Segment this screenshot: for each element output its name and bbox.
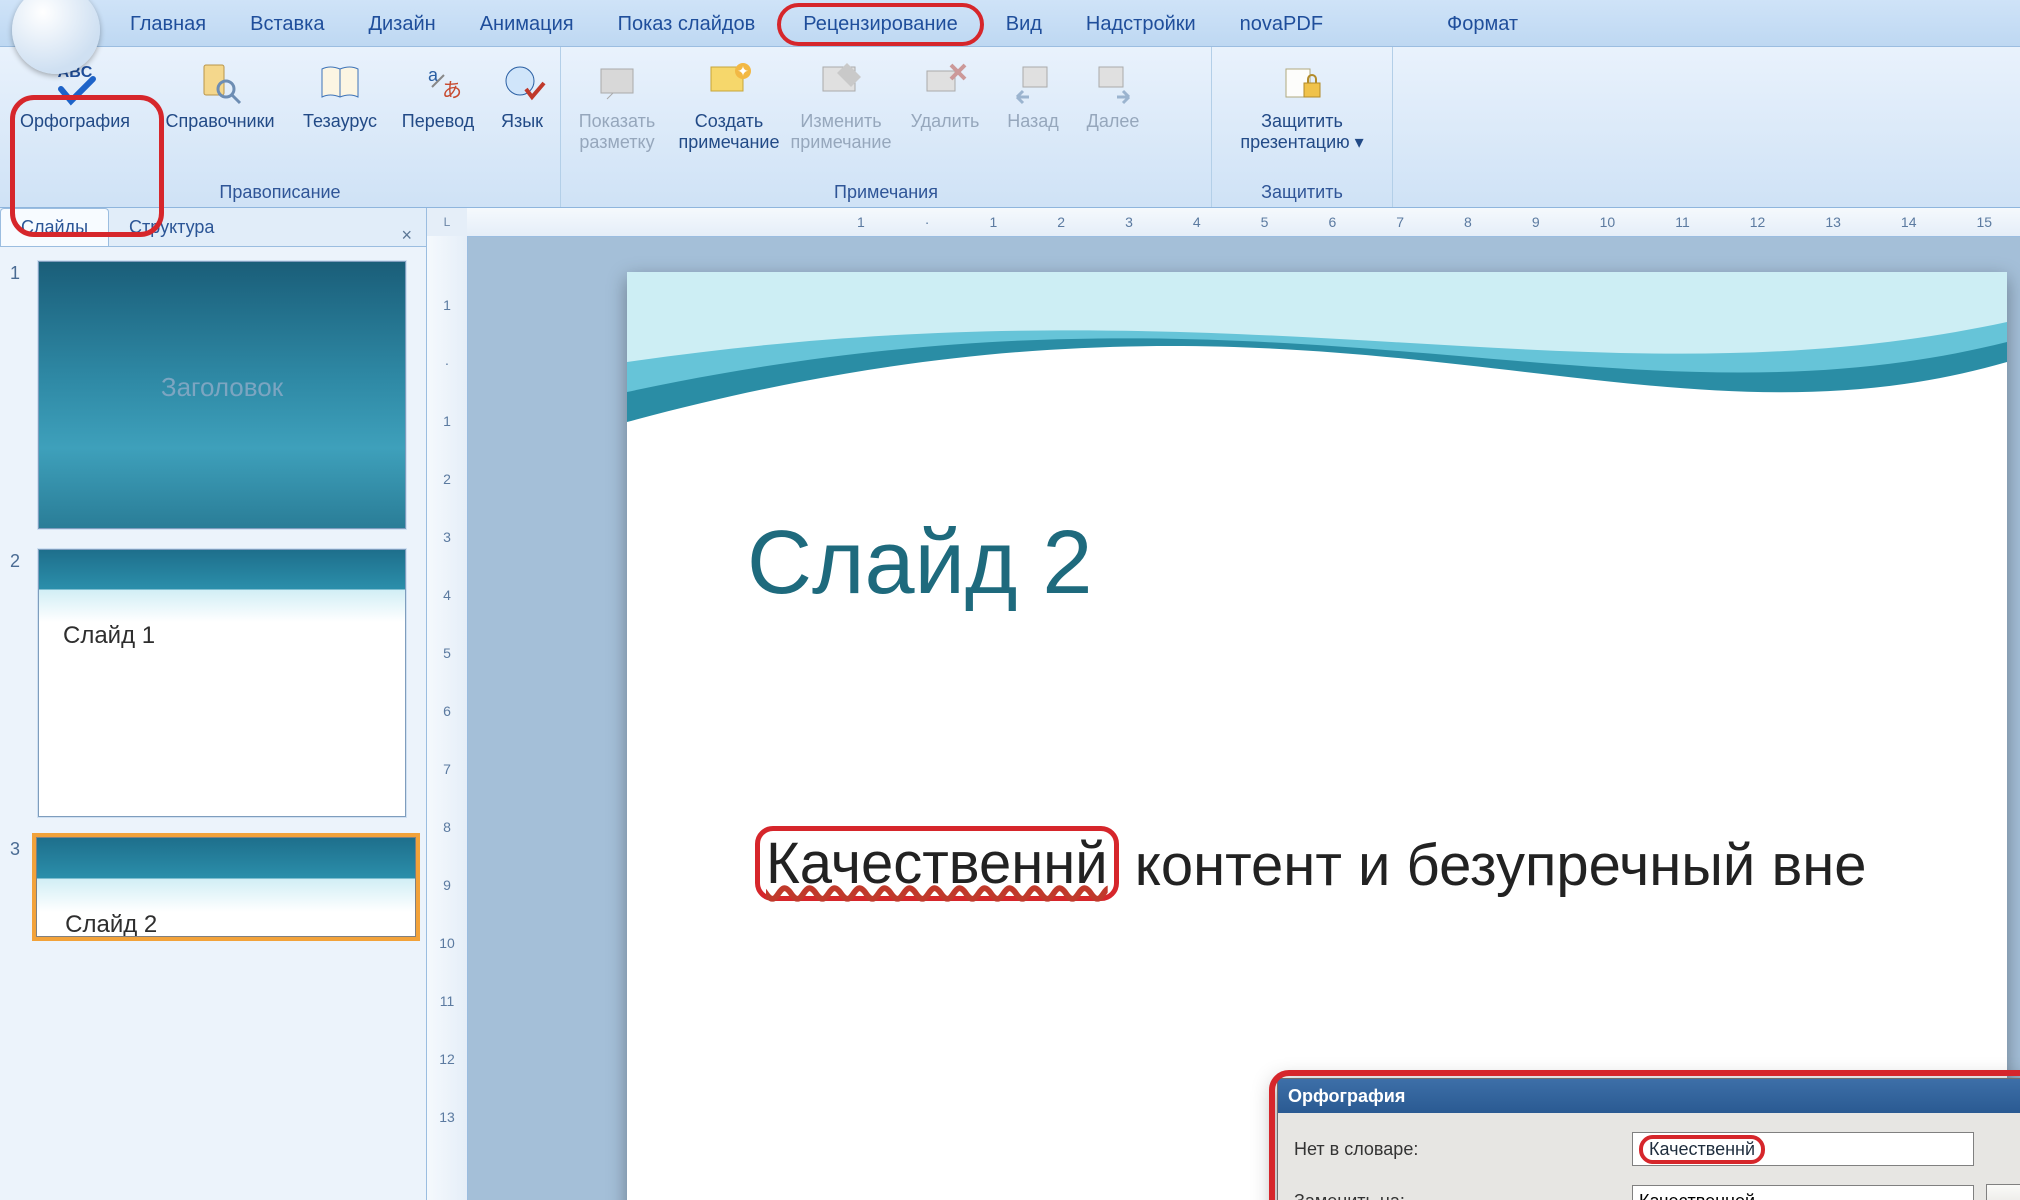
panel-tabs: Слайды Структура × xyxy=(0,208,426,247)
slide-body-rest: контент и безупречный вне xyxy=(1119,833,1867,898)
next-button[interactable]: Далее xyxy=(1073,47,1153,176)
edit-comment-l1: Изменить xyxy=(800,111,881,132)
tab-show[interactable]: Показ слайдов xyxy=(596,3,778,46)
slide-canvas[interactable]: Слайд 2 Качественнй контент и безупречны… xyxy=(627,272,2007,1200)
edit-comment-button[interactable]: Изменить примечание xyxy=(785,47,897,176)
protect-button[interactable]: Защитить презентацию ▾ xyxy=(1212,47,1392,176)
thumb-number: 3 xyxy=(10,837,36,937)
new-comment-button[interactable]: ✦ Создать примечание xyxy=(673,47,785,176)
next-icon xyxy=(1089,59,1137,107)
lbl-not-in-dict: Нет в словаре: xyxy=(1294,1139,1620,1160)
delete-icon xyxy=(921,59,969,107)
globe-check-icon xyxy=(498,59,546,107)
show-markup-l1: Показать xyxy=(579,111,656,132)
thumb-number: 2 xyxy=(10,549,38,817)
translate-label: Перевод xyxy=(402,111,474,132)
slide-title[interactable]: Слайд 2 xyxy=(747,512,1092,615)
protect-icon xyxy=(1278,59,1326,107)
dialog-body: Нет в словаре: Качественнй Заменить на: … xyxy=(1278,1113,2020,1200)
research-button[interactable]: Справочники xyxy=(150,47,290,176)
thumbnail-1[interactable]: Заголовок xyxy=(38,261,406,529)
panel-close-icon[interactable]: × xyxy=(401,225,412,246)
prev-label: Назад xyxy=(1007,111,1059,132)
next-label: Далее xyxy=(1087,111,1140,132)
spell-label: Орфография xyxy=(20,111,130,132)
book-icon xyxy=(316,59,364,107)
skip-button[interactable]: Пропустить xyxy=(1986,1184,2020,1200)
slides-panel: Слайды Структура × 1 Заголовок 2 Слайд 1 xyxy=(0,208,427,1200)
edit-comment-l2: примечание xyxy=(791,132,892,153)
slide-body-text[interactable]: Качественнй контент и безупречный вне xyxy=(755,832,1947,899)
new-comment-icon: ✦ xyxy=(705,59,753,107)
ruler-horizontal: 1·1234567891011121314151617 xyxy=(467,208,2020,237)
show-markup-l2: разметку xyxy=(579,132,654,153)
group-comments-label: Примечания xyxy=(561,176,1211,207)
panel-tab-slides[interactable]: Слайды xyxy=(0,208,109,246)
tab-novapdf[interactable]: novaPDF xyxy=(1218,3,1345,46)
thumbnail-2[interactable]: Слайд 1 xyxy=(38,549,406,817)
dialog-title: Орфография xyxy=(1288,1086,1405,1107)
svg-text:✦: ✦ xyxy=(737,63,749,79)
thumb-title: Заголовок xyxy=(39,372,405,403)
spellcheck-dialog: Орфография ? ✕ Нет в словаре: Качественн… xyxy=(1277,1078,2020,1200)
show-markup-button[interactable]: Показать разметку xyxy=(561,47,673,176)
tab-review[interactable]: Рецензирование xyxy=(777,3,983,46)
tab-format[interactable]: Формат xyxy=(1425,3,1540,46)
thumb-bg xyxy=(37,838,415,912)
translate-button[interactable]: a あ Перевод xyxy=(390,47,486,176)
research-label: Справочники xyxy=(165,111,274,132)
thumbnail-row[interactable]: 2 Слайд 1 xyxy=(10,549,416,817)
tab-addins[interactable]: Надстройки xyxy=(1064,3,1218,46)
tab-insert[interactable]: Вставка xyxy=(228,3,346,46)
thumb-bg xyxy=(39,550,405,622)
svg-text:あ: あ xyxy=(442,80,462,102)
tab-home[interactable]: Главная xyxy=(108,3,228,46)
not-in-dict-word: Качественнй xyxy=(1639,1135,1765,1164)
thumb-title: Слайд 2 xyxy=(61,910,161,937)
markup-icon xyxy=(593,59,641,107)
misspelled-word: Качественнй xyxy=(766,830,1108,897)
lang-label: Язык xyxy=(501,111,543,132)
new-comment-l2: примечание xyxy=(679,132,780,153)
tab-anim[interactable]: Анимация xyxy=(458,3,596,46)
prev-button[interactable]: Назад xyxy=(993,47,1073,176)
ruler-vertical: 1·12345678910111213 xyxy=(427,236,468,1200)
workspace: Слайды Структура × 1 Заголовок 2 Слайд 1 xyxy=(0,208,2020,1200)
group-protect-label: Защитить xyxy=(1212,176,1392,207)
protect-l1: Защитить xyxy=(1261,111,1343,132)
group-proofing-label: Правописание xyxy=(0,176,560,207)
prev-icon xyxy=(1009,59,1057,107)
del-comment-label: Удалить xyxy=(911,111,980,132)
canvas: L 1·1234567891011121314151617 1·12345678… xyxy=(427,208,2020,1200)
protect-l2: презентацию ▾ xyxy=(1240,132,1363,153)
thumb-number: 1 xyxy=(10,261,38,529)
lbl-replace-with: Заменить на: xyxy=(1294,1191,1620,1200)
dialog-titlebar[interactable]: Орфография ? ✕ xyxy=(1278,1079,2020,1113)
ribbon-tab-bar: Главная Вставка Дизайн Анимация Показ сл… xyxy=(0,0,2020,47)
translate-icon: a あ xyxy=(414,59,462,107)
thesaurus-button[interactable]: Тезаурус xyxy=(290,47,390,176)
tab-design[interactable]: Дизайн xyxy=(346,3,457,46)
thumbnail-row[interactable]: 1 Заголовок xyxy=(10,261,416,529)
replace-input[interactable] xyxy=(1632,1185,1974,1200)
thumbnail-3[interactable]: Слайд 2 Качественнй контент и безупречны… xyxy=(36,837,416,937)
thumbnail-row[interactable]: 3 Слайд 2 Качественнй контент и безупреч… xyxy=(10,837,416,937)
not-in-dict-value: Качественнй xyxy=(1632,1132,1974,1166)
ruler-corner: L xyxy=(427,208,468,237)
thesaurus-label: Тезаурус xyxy=(303,111,377,132)
new-comment-l1: Создать xyxy=(695,111,763,132)
panel-tab-outline[interactable]: Структура xyxy=(109,209,234,246)
tab-view[interactable]: Вид xyxy=(984,3,1064,46)
slide-header-wave xyxy=(627,272,2007,492)
del-comment-button[interactable]: Удалить xyxy=(897,47,993,176)
thumbnail-list[interactable]: 1 Заголовок 2 Слайд 1 3 xyxy=(0,247,426,1200)
ribbon: ABC Орфография Справочники xyxy=(0,47,2020,208)
research-icon xyxy=(196,59,244,107)
edit-comment-icon xyxy=(817,59,865,107)
thumb-title: Слайд 1 xyxy=(63,622,155,650)
lang-button[interactable]: Язык xyxy=(486,47,558,176)
